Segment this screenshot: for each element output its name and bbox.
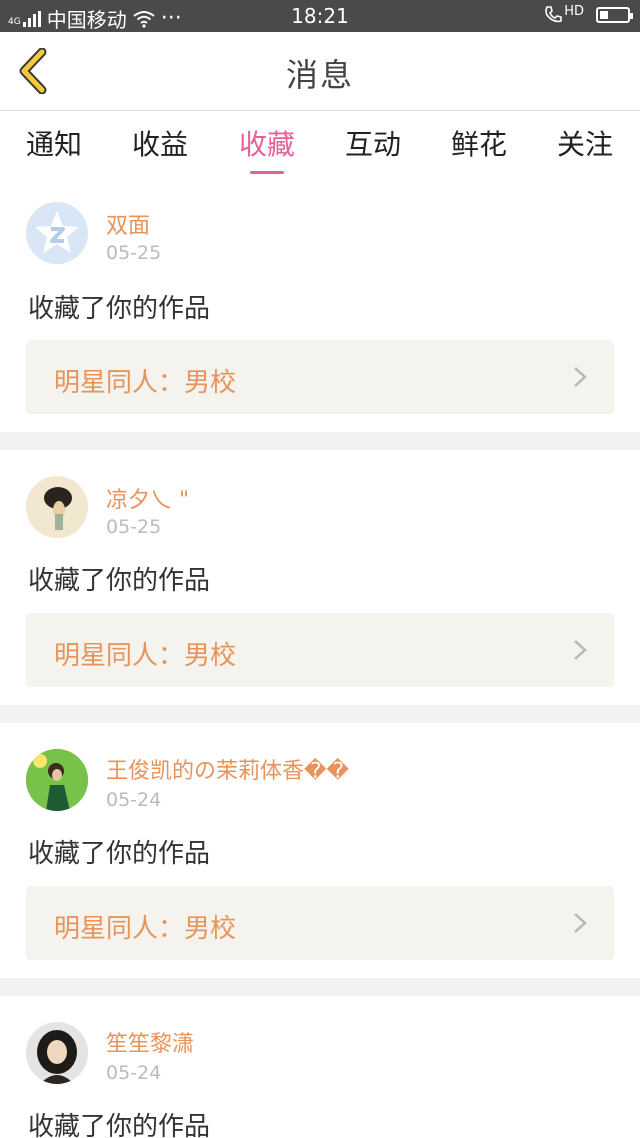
action-text: 收藏了你的作品 — [28, 294, 211, 324]
work-title: 明星同人：男校 — [54, 368, 237, 398]
tab-favorites[interactable]: 收藏 — [217, 123, 317, 174]
status-bar: 4G 中国移动 ··· 18:21 HD — [0, 0, 640, 32]
qq-logo-icon — [26, 202, 88, 264]
tab-flowers[interactable]: 鲜花 — [429, 123, 529, 163]
tab-earnings[interactable]: 收益 — [110, 123, 210, 163]
message-date: 05-24 — [106, 1062, 162, 1084]
phone-hd-icon: HD — [543, 3, 584, 25]
action-text: 收藏了你的作品 — [28, 566, 211, 596]
hd-label: HD — [564, 3, 584, 19]
divider — [0, 978, 640, 996]
tab-interactions[interactable]: 互动 — [323, 123, 423, 163]
message-date: 05-24 — [106, 789, 162, 811]
avatar[interactable] — [26, 476, 88, 538]
message-card: 凉夕乀 " 05-25 收藏了你的作品 明星同人：男校 — [0, 450, 640, 705]
action-text: 收藏了你的作品 — [28, 1112, 211, 1138]
user-name[interactable]: 笙笙黎潇 — [106, 1026, 194, 1058]
chevron-right-icon — [574, 367, 587, 387]
message-card: 王俊凯的の茉莉体香�� 05-24 收藏了你的作品 明星同人：男校 — [0, 723, 640, 978]
message-date: 05-25 — [106, 242, 162, 264]
work-link[interactable]: 明星同人：男校 — [26, 886, 614, 960]
work-title: 明星同人：男校 — [54, 914, 237, 944]
divider — [0, 705, 640, 723]
tab-notifications[interactable]: 通知 — [4, 123, 104, 163]
message-card: 笙笙黎潇 05-24 收藏了你的作品 — [0, 996, 640, 1138]
tab-label: 通知 — [25, 128, 82, 161]
user-photo-icon — [26, 476, 88, 538]
user-photo-icon — [26, 1022, 88, 1084]
avatar[interactable] — [26, 1022, 88, 1084]
message-date: 05-25 — [106, 516, 162, 538]
chevron-right-icon — [574, 640, 587, 660]
nav-bar: 消息 — [0, 32, 640, 111]
work-title: 明星同人：男校 — [54, 641, 237, 671]
page-title: 消息 — [285, 56, 354, 94]
tab-label: 关注 — [556, 128, 613, 161]
message-card: 双面 05-25 收藏了你的作品 明星同人：男校 — [0, 178, 640, 432]
user-name[interactable]: 双面 — [106, 208, 150, 240]
avatar[interactable] — [26, 202, 88, 264]
tab-label: 互动 — [344, 128, 401, 161]
tab-bar: 通知 收益 收藏 互动 鲜花 关注 — [0, 111, 640, 177]
user-photo-icon — [26, 749, 88, 811]
tab-following[interactable]: 关注 — [535, 123, 635, 163]
chevron-right-icon — [574, 913, 587, 933]
user-name[interactable]: 王俊凯的の茉莉体香�� — [106, 753, 349, 785]
tab-label: 鲜花 — [450, 128, 507, 161]
action-text: 收藏了你的作品 — [28, 839, 211, 869]
tab-label: 收藏 — [238, 128, 295, 161]
avatar[interactable] — [26, 749, 88, 811]
work-link[interactable]: 明星同人：男校 — [26, 340, 614, 414]
divider — [0, 432, 640, 450]
work-link[interactable]: 明星同人：男校 — [26, 613, 614, 687]
battery-icon — [596, 7, 633, 23]
active-tab-indicator — [250, 171, 284, 174]
user-name[interactable]: 凉夕乀 " — [106, 482, 189, 514]
tab-label: 收益 — [131, 128, 188, 161]
